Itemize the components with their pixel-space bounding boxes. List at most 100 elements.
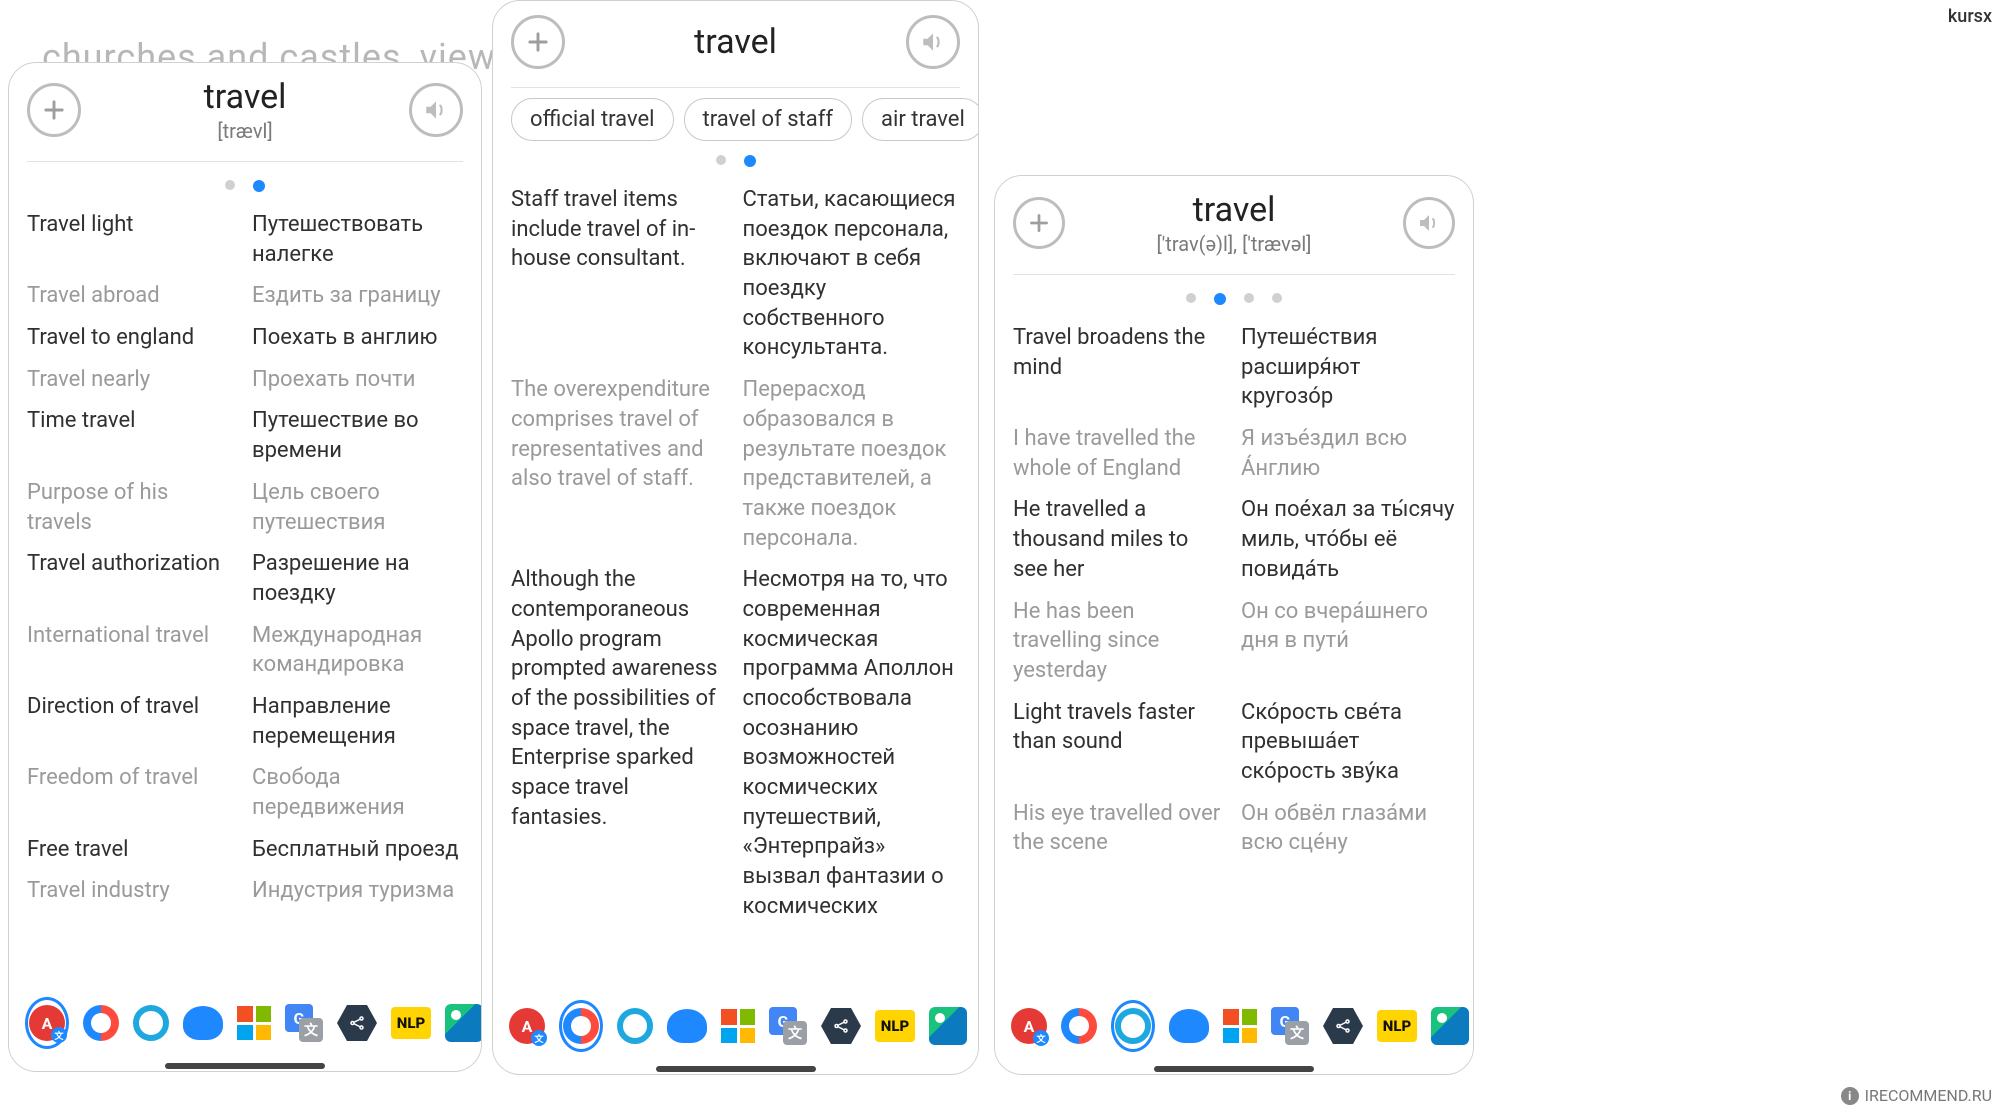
- translation-text: Международная командировка: [252, 621, 463, 680]
- phrase-list[interactable]: Travel lightПутешествовать налегкеTravel…: [9, 204, 481, 1071]
- translation-row[interactable]: His eye travelled over the sceneОн обвёл…: [1013, 793, 1455, 864]
- parrot-icon[interactable]: [1431, 1004, 1469, 1048]
- ring-icon[interactable]: [133, 1001, 169, 1045]
- ring-icon[interactable]: [1111, 1000, 1155, 1052]
- translation-text: Он обвёл глаза́ми всю сце́ну: [1241, 799, 1455, 858]
- source-text: International travel: [27, 621, 238, 680]
- word-ipa: [trævl]: [81, 119, 409, 143]
- source-text: Travel authorization: [27, 549, 238, 608]
- page-dot[interactable]: [225, 180, 235, 190]
- source-text: Freedom of travel: [27, 763, 238, 822]
- swirl-icon[interactable]: [559, 1000, 603, 1052]
- word-ipa: ['trav(ə)l], ['trævəl]: [1065, 232, 1403, 256]
- divider: [1013, 274, 1455, 275]
- translation-text: Путешествие во времени: [252, 406, 463, 465]
- cloud-icon[interactable]: [183, 1001, 223, 1045]
- translator-a-icon[interactable]: A文: [1011, 1004, 1047, 1048]
- translation-row[interactable]: I have travelled the whole of EnglandЯ и…: [1013, 418, 1455, 489]
- page-dot[interactable]: [1186, 293, 1196, 303]
- translation-text: Разрешение на поездку: [252, 549, 463, 608]
- speak-button[interactable]: [1403, 197, 1455, 249]
- source-text: The overexpenditure comprises travel of …: [511, 375, 729, 553]
- translation-row[interactable]: Free travelБесплатный проезд: [27, 829, 463, 871]
- hex-share-icon[interactable]: [821, 1004, 861, 1048]
- translation-row[interactable]: The overexpenditure comprises travel of …: [511, 369, 960, 559]
- speak-button[interactable]: [906, 15, 960, 69]
- source-text: His eye travelled over the scene: [1013, 799, 1227, 858]
- page-dot[interactable]: [1214, 293, 1226, 305]
- translation-row[interactable]: Travel industryИндустрия туризма: [27, 870, 463, 912]
- sentence-list[interactable]: Staff travel items include travel of in-…: [493, 179, 978, 1074]
- hex-share-icon[interactable]: [337, 1001, 377, 1045]
- translation-row[interactable]: Freedom of travelСвобода передвижения: [27, 757, 463, 828]
- source-text: Travel broadens the mind: [1013, 323, 1227, 412]
- google-translate-icon[interactable]: G文: [1271, 1004, 1309, 1048]
- source-text: Staff travel items include travel of in-…: [511, 185, 729, 363]
- parrot-icon[interactable]: [445, 1001, 482, 1045]
- word-title: travel: [565, 22, 906, 62]
- translation-text: Перерасход образовался в результате поез…: [743, 375, 961, 553]
- translation-row[interactable]: Purpose of his travelsЦель своего путеше…: [27, 472, 463, 543]
- context-chip[interactable]: air travel: [862, 98, 978, 141]
- translator-a-icon[interactable]: A文: [509, 1004, 545, 1048]
- translation-text: Ездить за границу: [252, 281, 463, 311]
- hex-share-icon[interactable]: [1323, 1004, 1363, 1048]
- translation-row[interactable]: Travel authorizationРазрешение на поездк…: [27, 543, 463, 614]
- nlp-icon[interactable]: NLP: [1377, 1004, 1417, 1048]
- translation-row[interactable]: Direction of travelНаправление перемещен…: [27, 686, 463, 757]
- translator-a-icon[interactable]: A文: [25, 997, 69, 1049]
- panel-examples: travel ['trav(ə)l], ['trævəl] Travel bro…: [994, 175, 1474, 1075]
- translation-row[interactable]: Travel lightПутешествовать налегке: [27, 204, 463, 275]
- page-dot[interactable]: [716, 155, 726, 165]
- home-indicator: [1154, 1066, 1314, 1072]
- source-text: I have travelled the whole of England: [1013, 424, 1227, 483]
- translation-row[interactable]: Travel to englandПоехать в англию: [27, 317, 463, 359]
- panel-phrases: travel [trævl] Travel lightПутешествоват…: [8, 62, 482, 1072]
- translation-row[interactable]: Travel abroad Ездить за границу: [27, 275, 463, 317]
- translation-row[interactable]: He travelled a thousand miles to see her…: [1013, 489, 1455, 590]
- translation-row[interactable]: Although the contemporaneous Apollo prog…: [511, 559, 960, 927]
- parrot-icon[interactable]: [929, 1004, 967, 1048]
- watermark-top: kursx: [1948, 6, 1992, 27]
- translation-row[interactable]: International travelМеждународная команд…: [27, 615, 463, 686]
- nlp-icon[interactable]: NLP: [391, 1001, 431, 1045]
- translator-dock: A文 G文 NLP: [9, 991, 481, 1061]
- microsoft-icon[interactable]: [721, 1004, 755, 1048]
- translation-row[interactable]: Time travelПутешествие во времени: [27, 400, 463, 471]
- translation-text: Свобода передвижения: [252, 763, 463, 822]
- speak-button[interactable]: [409, 83, 463, 137]
- google-translate-icon[interactable]: G文: [769, 1004, 807, 1048]
- ring-icon[interactable]: [617, 1004, 653, 1048]
- translation-text: Проехать почти: [252, 365, 463, 395]
- translation-row[interactable]: Light travels faster than soundСко́рость…: [1013, 692, 1455, 793]
- translation-text: Путешествовать налегке: [252, 210, 463, 269]
- page-dots: [493, 147, 978, 179]
- microsoft-icon[interactable]: [1223, 1004, 1257, 1048]
- translation-text: Поехать в англию: [252, 323, 463, 353]
- swirl-icon[interactable]: [83, 1001, 119, 1045]
- page-dot[interactable]: [1244, 293, 1254, 303]
- source-text: Travel abroad: [27, 281, 238, 311]
- cloud-icon[interactable]: [1169, 1004, 1209, 1048]
- translation-row[interactable]: Staff travel items include travel of in-…: [511, 179, 960, 369]
- microsoft-icon[interactable]: [237, 1001, 271, 1045]
- swirl-icon[interactable]: [1061, 1004, 1097, 1048]
- page-dot[interactable]: [253, 180, 265, 192]
- nlp-icon[interactable]: NLP: [875, 1004, 915, 1048]
- source-text: He travelled a thousand miles to see her: [1013, 495, 1227, 584]
- source-text: Direction of travel: [27, 692, 238, 751]
- translation-row[interactable]: He has been travelling since yesterdayОн…: [1013, 591, 1455, 692]
- add-button[interactable]: [1013, 197, 1065, 249]
- add-button[interactable]: [511, 15, 565, 69]
- context-chip[interactable]: official travel: [511, 98, 674, 141]
- translation-row[interactable]: Travel nearlyПроехать почти: [27, 359, 463, 401]
- page-dot[interactable]: [1272, 293, 1282, 303]
- example-list[interactable]: Travel broadens the mindПутеше́ствия рас…: [995, 317, 1473, 1074]
- google-translate-icon[interactable]: G文: [285, 1001, 323, 1045]
- cloud-icon[interactable]: [667, 1004, 707, 1048]
- translation-row[interactable]: Travel broadens the mindПутеше́ствия рас…: [1013, 317, 1455, 418]
- translation-text: Я изъе́здил всю А́нглию: [1241, 424, 1455, 483]
- context-chip[interactable]: travel of staff: [684, 98, 853, 141]
- page-dot[interactable]: [744, 155, 756, 167]
- add-button[interactable]: [27, 83, 81, 137]
